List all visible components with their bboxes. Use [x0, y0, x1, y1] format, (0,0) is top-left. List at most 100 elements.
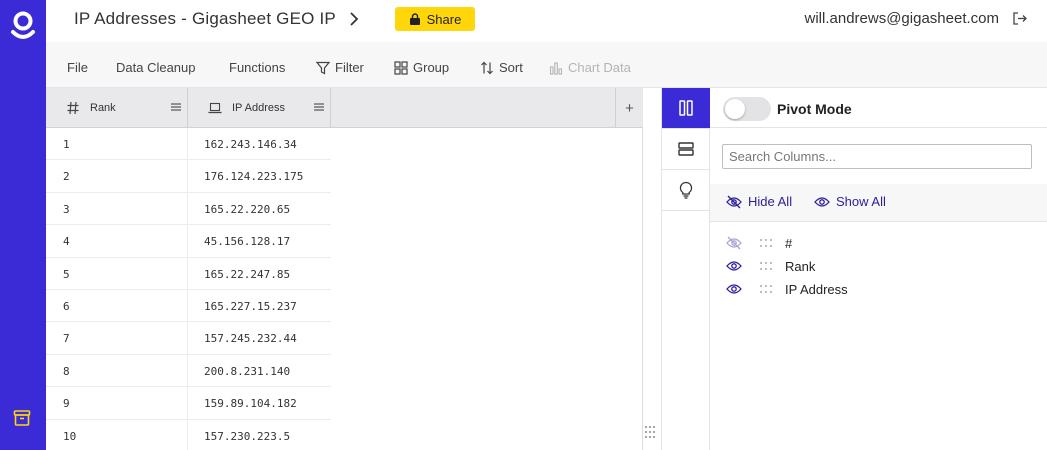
table-row[interactable]: 4 45.156.128.17 [46, 225, 331, 258]
chevron-right-icon[interactable] [348, 10, 360, 28]
sort-icon [481, 61, 493, 74]
lightbulb-icon [679, 181, 693, 199]
list-item[interactable]: # [710, 232, 1047, 255]
sheet-title[interactable]: IP Addresses - Gigasheet GEO IP [74, 9, 336, 29]
column-menu-icon[interactable] [314, 102, 324, 112]
list-item[interactable]: IP Address [710, 278, 1047, 301]
panel-resize-handle-icon[interactable] [643, 424, 657, 440]
column-name: # [785, 236, 793, 251]
tab-divider [662, 210, 710, 211]
table-row[interactable]: 2 176.124.223.175 [46, 160, 331, 193]
chart-data-label: Chart Data [568, 60, 631, 75]
logout-icon[interactable] [1012, 11, 1027, 26]
column-header-label: Rank [90, 102, 116, 114]
eye-icon[interactable] [726, 282, 742, 296]
column-header-ip-address[interactable]: IP Address [188, 88, 331, 128]
filter-button[interactable]: Filter [316, 60, 364, 75]
eye-icon [814, 196, 830, 207]
list-item[interactable]: Rank [710, 255, 1047, 278]
file-label: File [67, 60, 88, 75]
cell-rank[interactable]: 6 [63, 300, 70, 313]
add-column-button[interactable]: + [615, 88, 643, 128]
cell-rank[interactable]: 5 [63, 268, 70, 281]
cell-rank[interactable]: 7 [63, 332, 70, 345]
drag-grip-icon[interactable] [759, 238, 773, 248]
cell-ip-address[interactable]: 176.124.223.175 [204, 170, 303, 183]
drag-grip-icon[interactable] [759, 261, 773, 271]
cell-ip-address[interactable]: 159.89.104.182 [204, 397, 297, 410]
cell-ip-address[interactable]: 45.156.128.17 [204, 235, 290, 248]
tab-insights[interactable] [662, 170, 710, 210]
eye-icon[interactable] [726, 259, 742, 273]
cell-rank[interactable]: 2 [63, 170, 70, 183]
table-row[interactable]: 6 165.227.15.237 [46, 289, 331, 323]
table-row[interactable]: 10 157.230.223.5 [46, 419, 331, 450]
tab-columns[interactable] [662, 88, 710, 128]
user-email[interactable]: will.andrews@gigasheet.com [805, 10, 999, 27]
columns-icon [679, 100, 693, 116]
sort-button[interactable]: Sort [480, 60, 523, 75]
toggle-knob [725, 99, 745, 119]
table-row[interactable]: 3 165.22.220.65 [46, 192, 331, 226]
column-header-label: IP Address [232, 102, 285, 114]
hide-all-button[interactable]: Hide All [726, 194, 792, 209]
column-visibility-list: # Rank IP Address [710, 232, 1047, 301]
cell-ip-address[interactable]: 165.227.15.237 [204, 300, 297, 313]
cell-divider [187, 225, 188, 257]
search-columns-input[interactable] [722, 144, 1032, 169]
toolbar: File Data Cleanup Functions Filter Group… [46, 42, 1047, 88]
columns-panel-body: Pivot Mode Hide All Show All [710, 88, 1047, 450]
functions-menu[interactable]: Functions [229, 60, 285, 75]
visibility-actions: Hide All Show All [710, 184, 1047, 222]
filter-label: Filter [335, 60, 364, 75]
cell-rank[interactable]: 9 [63, 397, 70, 410]
rows-icon [678, 142, 694, 156]
cell-ip-address[interactable]: 157.245.232.44 [204, 332, 297, 345]
cell-rank[interactable]: 4 [63, 235, 70, 248]
cell-rank[interactable]: 1 [63, 138, 70, 151]
data-cleanup-menu[interactable]: Data Cleanup [116, 60, 196, 75]
column-name: Rank [785, 259, 816, 274]
cell-rank[interactable]: 10 [63, 430, 76, 443]
cell-ip-address[interactable]: 200.8.231.140 [204, 365, 290, 378]
laptop-icon [208, 102, 222, 114]
cell-ip-address[interactable]: 165.22.220.65 [204, 203, 290, 216]
cell-divider [187, 322, 188, 354]
hide-all-label: Hide All [748, 194, 793, 209]
lock-icon [409, 13, 420, 25]
cell-ip-address[interactable]: 165.22.247.85 [204, 268, 290, 281]
cell-rank[interactable]: 3 [63, 203, 70, 216]
drag-grip-icon[interactable] [759, 284, 773, 294]
cell-rank[interactable]: 8 [63, 365, 70, 378]
pivot-mode-label: Pivot Mode [777, 101, 852, 117]
left-rail [0, 0, 46, 450]
cell-ip-address[interactable]: 162.243.146.34 [204, 138, 297, 151]
group-button[interactable]: Group [394, 60, 449, 75]
cell-ip-address[interactable]: 157.230.223.5 [204, 430, 290, 443]
table-row[interactable]: 5 165.22.247.85 [46, 257, 331, 290]
share-label: Share [426, 11, 462, 27]
share-button[interactable]: Share [395, 7, 475, 31]
table-row[interactable]: 1 162.243.146.34 [46, 128, 331, 161]
table-row[interactable]: 9 159.89.104.182 [46, 387, 331, 420]
pivot-mode-toggle[interactable] [723, 97, 771, 121]
file-menu[interactable]: File [67, 60, 88, 75]
cell-divider [187, 160, 188, 192]
tab-rows[interactable] [662, 129, 710, 169]
data-grid: Rank IP Address + 1 162.243.146.34 2 176.1… [46, 88, 643, 450]
archive-icon[interactable] [13, 409, 31, 427]
column-name: IP Address [785, 282, 848, 297]
eye-off-icon[interactable] [726, 236, 742, 250]
app-header: IP Addresses - Gigasheet GEO IP Share wi… [46, 0, 1047, 42]
chart-data-button[interactable]: Chart Data [549, 60, 631, 75]
data-cleanup-label: Data Cleanup [116, 60, 196, 75]
show-all-button[interactable]: Show All [814, 194, 886, 209]
cell-divider [187, 419, 188, 450]
cell-divider [187, 289, 188, 322]
gigasheet-logo-icon[interactable] [9, 10, 37, 44]
column-header-rank[interactable]: Rank [46, 88, 188, 128]
cell-divider [187, 128, 188, 160]
column-menu-icon[interactable] [171, 102, 181, 112]
table-row[interactable]: 7 157.245.232.44 [46, 322, 331, 355]
table-row[interactable]: 8 200.8.231.140 [46, 354, 331, 388]
